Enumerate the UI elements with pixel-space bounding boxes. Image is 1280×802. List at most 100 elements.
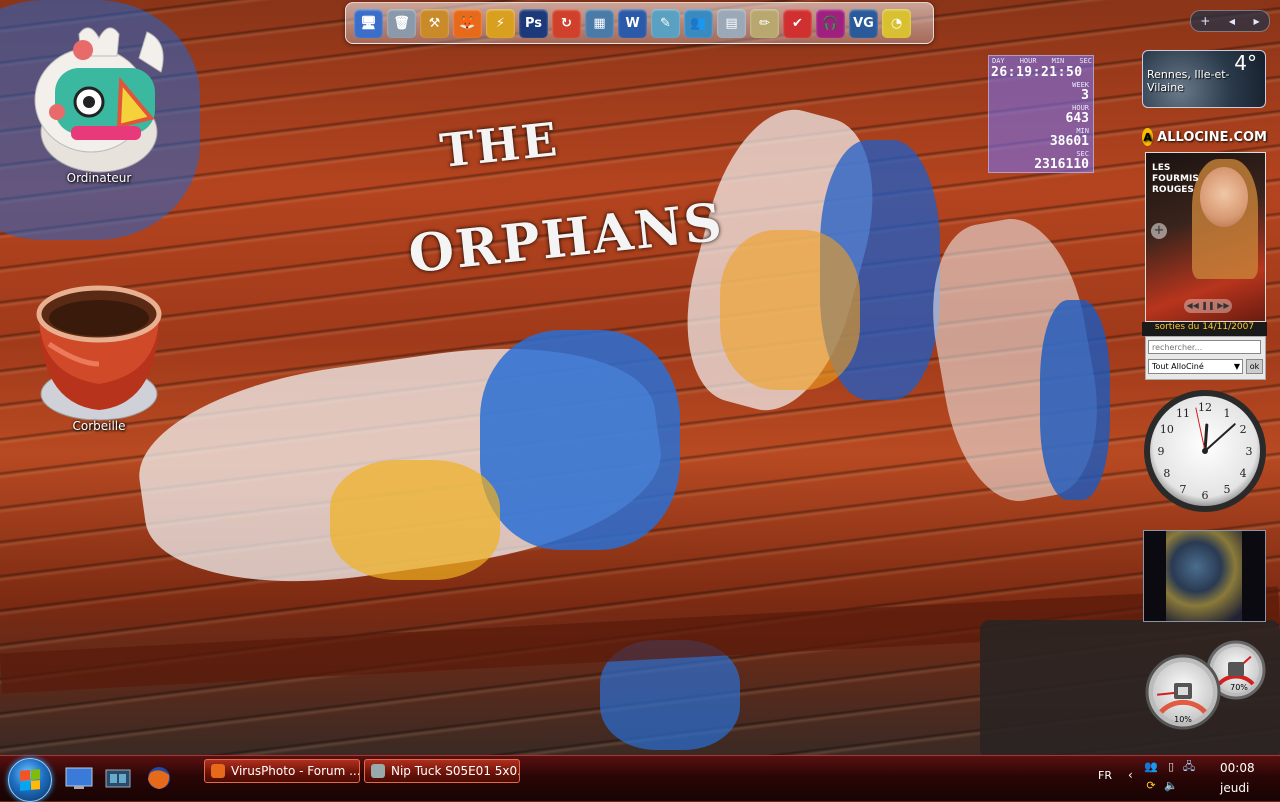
poster-add-icon[interactable]: +	[1151, 223, 1167, 239]
graffiti-text-2: ORPHANS	[405, 191, 727, 286]
countdown-sec-value: 2316110	[1034, 157, 1089, 172]
countdown-header-min: MIN	[1051, 57, 1065, 65]
photoshop-icon[interactable]: Ps	[519, 8, 548, 38]
clock-gadget[interactable]: 12 1 2 3 4 5 6 7 8 9 10 11	[1142, 388, 1268, 514]
allocine-search-box: Tout AlloCiné ▼ ok	[1145, 336, 1266, 380]
clock-day[interactable]: jeudi	[1220, 781, 1249, 795]
desktop-icon-corbeille[interactable]: Corbeille	[24, 274, 174, 433]
countdown-hour-value: 643	[1065, 111, 1089, 126]
quick-launch-dock: 🖥 🗑 ⚒ 🦊 ⚡ Ps ↻ ▦ W ✎ 👥 ▤ ✏ ✔ 🎧 VG ◔	[345, 2, 934, 44]
next-gadgets-button[interactable]: ▶	[1254, 17, 1260, 26]
firefox-quicklaunch-button[interactable]	[144, 765, 174, 791]
show-desktop-button[interactable]	[64, 765, 94, 791]
clock-number: 10	[1160, 423, 1174, 436]
clock-number: 5	[1224, 483, 1231, 496]
taskbar-button-niptuck[interactable]: Nip Tuck S05E01 5x0...	[364, 759, 520, 783]
pencils-icon[interactable]: ✏	[750, 8, 779, 38]
release-date: sorties du 14/11/2007	[1142, 322, 1267, 336]
countdown-headers: DAY HOUR MIN SEC	[992, 57, 1092, 65]
allocine-scope-value: Tout AlloCiné	[1152, 362, 1204, 371]
weather-city: Rennes, Ille-et-Vilaine	[1147, 68, 1230, 94]
computer-icon	[34, 27, 164, 173]
clock-number: 11	[1176, 407, 1190, 420]
clock-number: 3	[1246, 445, 1253, 458]
checklist-icon[interactable]: ✔	[783, 8, 812, 38]
word-icon[interactable]: W	[618, 8, 647, 38]
language-indicator[interactable]: FR	[1098, 769, 1112, 782]
media-icon	[371, 764, 385, 778]
clock-number: 6	[1202, 489, 1209, 502]
headphones-icon[interactable]: 🎧	[816, 8, 845, 38]
clock-number: 8	[1163, 467, 1170, 480]
task-label: VirusPhoto - Forum ...	[231, 764, 360, 778]
window-icon[interactable]: ▦	[585, 8, 614, 38]
allocine-ok-button[interactable]: ok	[1246, 359, 1263, 374]
cpu-meter-gadget[interactable]: 70% 10%	[1143, 640, 1269, 730]
poster-title: LES FOURMIS ROUGES	[1152, 163, 1199, 195]
clock-number: 1	[1224, 407, 1231, 420]
update-icon[interactable]: ⟳	[1144, 779, 1158, 793]
previous-gadgets-button[interactable]: ◀	[1229, 17, 1235, 26]
add-gadget-button[interactable]: +	[1200, 14, 1210, 28]
allocine-logo-icon: A	[1142, 128, 1154, 146]
contacts-icon[interactable]: 👥	[684, 8, 713, 38]
memory-percent: 70%	[1230, 683, 1248, 692]
recycle-bin-icon[interactable]: 🗑	[387, 8, 416, 38]
clock-number: 7	[1180, 483, 1187, 496]
device-icon[interactable]: ▯	[1164, 760, 1178, 774]
movie-poster[interactable]: LES FOURMIS ROUGES + ◀◀ ❚❚ ▶▶	[1145, 152, 1266, 322]
weather-gadget[interactable]: 4° Rennes, Ille-et-Vilaine	[1142, 50, 1266, 108]
volume-icon[interactable]: 🔈	[1164, 779, 1178, 793]
countdown-main-value: 26:19:21:50	[991, 65, 1083, 80]
windows-logo-icon	[20, 769, 40, 791]
countdown-header-day: DAY	[992, 57, 1005, 65]
desktop-icon[interactable]: 🖥	[354, 8, 383, 38]
firefox-icon[interactable]: 🦊	[453, 8, 482, 38]
clock-number: 2	[1240, 423, 1247, 436]
poster-playback-controls[interactable]: ◀◀ ❚❚ ▶▶	[1184, 299, 1232, 313]
switch-windows-icon	[105, 769, 131, 788]
allocine-brand: ALLOCINE.COM	[1157, 129, 1267, 145]
clock-number: 4	[1240, 467, 1247, 480]
clock-number: 9	[1158, 445, 1165, 458]
clock-face: 12 12 3 45 6 78 9 1011	[1144, 390, 1266, 512]
firefox-icon	[148, 767, 170, 789]
clock-icon[interactable]: ◔	[882, 8, 911, 38]
countdown-min-value: 38601	[1049, 134, 1089, 149]
sync-icon[interactable]: ↻	[552, 8, 581, 38]
start-button[interactable]	[8, 758, 52, 802]
allocine-gadget: A ALLOCINE.COM LES FOURMIS ROUGES + ◀◀ ❚…	[1142, 126, 1267, 380]
allocine-header[interactable]: A ALLOCINE.COM	[1142, 126, 1267, 148]
messenger-icon[interactable]: 👥	[1144, 760, 1158, 774]
countdown-week-value: 3	[1081, 88, 1089, 103]
countdown-gadget[interactable]: DAY HOUR MIN SEC 26:19:21:50 WEEK 3 HOUR…	[988, 55, 1094, 173]
graffiti-text-1: THE	[437, 111, 562, 179]
tools-icon[interactable]: ⚒	[420, 8, 449, 38]
show-hidden-icons-button[interactable]: ‹	[1128, 768, 1133, 782]
calculator-icon[interactable]: ▤	[717, 8, 746, 38]
taskbar-button-viruphoto[interactable]: VirusPhoto - Forum ...	[204, 759, 360, 783]
recycle-bin-icon	[36, 285, 162, 421]
desktop-icon-ordinateur[interactable]: Ordinateur	[24, 22, 174, 185]
clock-time[interactable]: 00:08	[1220, 761, 1255, 775]
network-icon[interactable]: 🖧	[1182, 760, 1196, 774]
allocine-scope-select[interactable]: Tout AlloCiné ▼	[1148, 359, 1243, 374]
lightning-icon[interactable]: ⚡	[486, 8, 515, 38]
vg-icon[interactable]: VG	[849, 8, 878, 38]
allocine-search-input[interactable]	[1148, 340, 1261, 354]
slideshow-image	[1166, 531, 1242, 621]
slideshow-gadget[interactable]	[1143, 530, 1266, 622]
notes-icon[interactable]: ✎	[651, 8, 680, 38]
clock-number: 12	[1198, 401, 1212, 414]
poster-face	[1200, 167, 1248, 227]
switch-windows-button[interactable]	[104, 765, 134, 791]
firefox-icon	[211, 764, 225, 778]
countdown-header-hour: HOUR	[1019, 57, 1037, 65]
show-desktop-icon	[65, 767, 93, 789]
clock-hour-hand	[1203, 423, 1209, 453]
taskbar: VirusPhoto - Forum ... Nip Tuck S05E01 5…	[0, 755, 1280, 802]
cpu-meter-dials: 70% 10%	[1145, 640, 1266, 730]
task-label: Nip Tuck S05E01 5x0...	[391, 764, 520, 778]
countdown-header-sec: SEC	[1079, 57, 1092, 65]
cpu-percent: 10%	[1174, 715, 1192, 724]
